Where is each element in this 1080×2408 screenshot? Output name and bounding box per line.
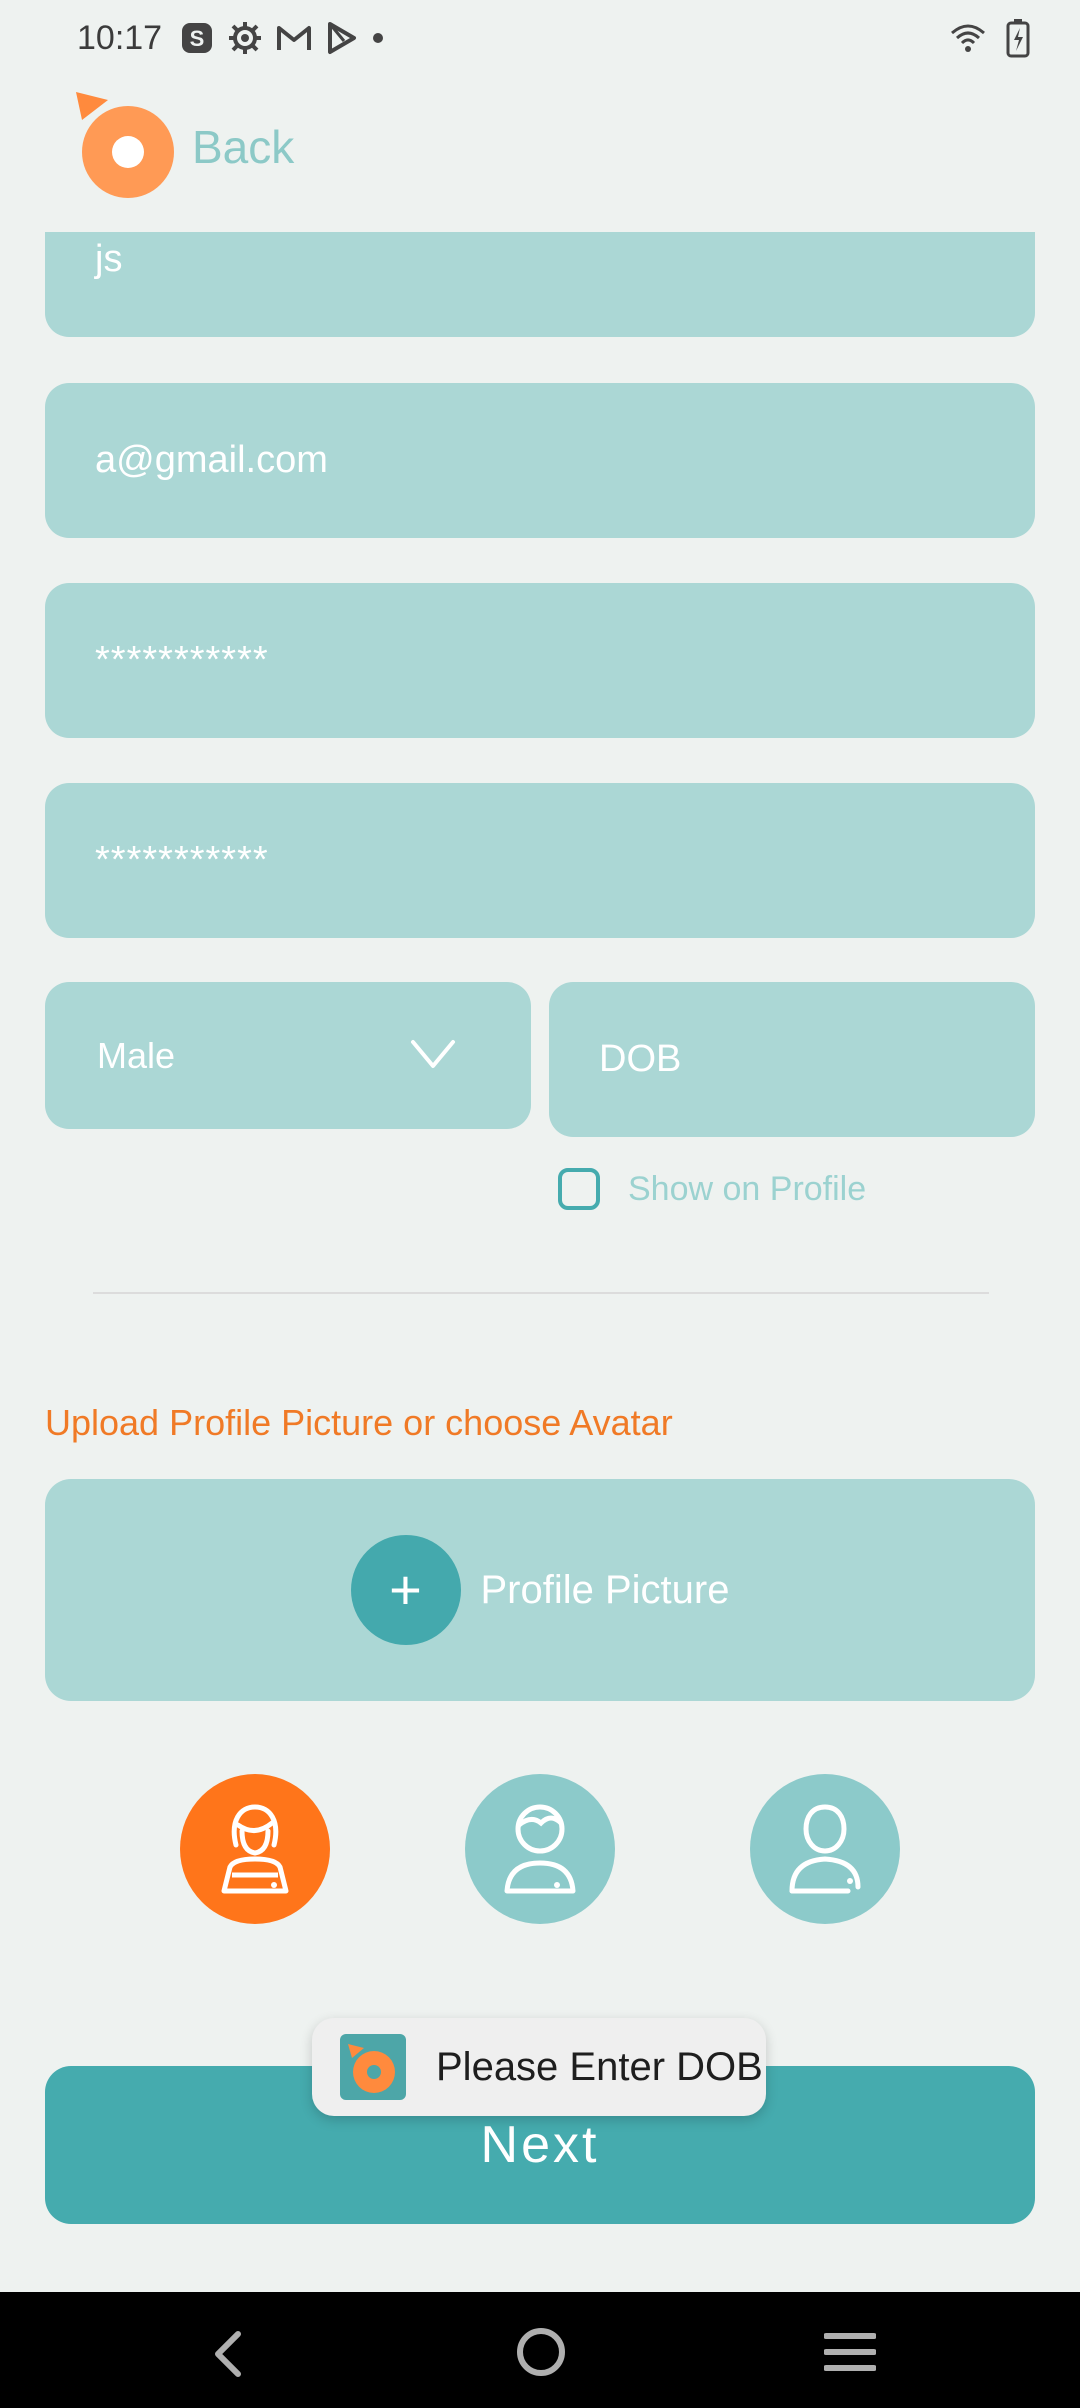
app-logo-icon: [72, 90, 180, 204]
show-on-profile-checkbox[interactable]: [558, 1168, 600, 1210]
dob-field[interactable]: DOB: [549, 982, 1035, 1137]
nav-back-icon[interactable]: [208, 2330, 248, 2378]
battery-charging-icon: [1006, 19, 1030, 58]
show-on-profile-toggle[interactable]: Show on Profile: [558, 1168, 866, 1210]
toast: Please Enter DOB: [312, 2018, 766, 2116]
app-logo-icon: [340, 2034, 406, 2100]
play-store-icon: [328, 22, 356, 54]
dot-icon: [373, 33, 383, 43]
female-avatar-icon: [221, 1804, 289, 1894]
name-field[interactable]: js: [45, 232, 1035, 337]
profile-picture-upload[interactable]: + Profile Picture: [45, 1479, 1035, 1701]
svg-text:S: S: [190, 26, 205, 51]
male-avatar-icon: [504, 1804, 576, 1894]
avatar-option-male[interactable]: [465, 1774, 615, 1924]
system-nav-bar: [0, 2292, 1080, 2408]
nav-menu-icon[interactable]: [824, 2332, 876, 2372]
show-on-profile-label: Show on Profile: [628, 1169, 867, 1208]
status-time: 10:17: [77, 19, 163, 57]
divider: [93, 1292, 989, 1294]
s-app-icon: S: [182, 23, 212, 53]
upload-section-title: Upload Profile Picture or choose Avatar: [45, 1402, 673, 1443]
plus-icon: +: [350, 1535, 461, 1645]
confirm-password-field[interactable]: ***********: [45, 783, 1035, 938]
wifi-icon: [951, 24, 985, 52]
avatar-option-female[interactable]: [180, 1774, 330, 1924]
email-field[interactable]: a@gmail.com: [45, 383, 1035, 538]
back-button[interactable]: Back: [72, 90, 294, 204]
avatar-option-neutral[interactable]: [750, 1774, 900, 1924]
gender-select-value: Male: [97, 1034, 176, 1076]
gender-select[interactable]: Male: [45, 982, 531, 1129]
back-label: Back: [192, 121, 295, 173]
password-field[interactable]: ***********: [45, 583, 1035, 738]
profile-picture-label: Profile Picture: [480, 1567, 730, 1612]
settings-icon: [229, 22, 261, 54]
chevron-down-icon: [411, 1040, 455, 1068]
neutral-avatar-icon: [789, 1804, 861, 1894]
gmail-icon: [277, 26, 311, 50]
nav-home-icon[interactable]: [515, 2326, 567, 2378]
status-left-icons: S: [180, 20, 384, 56]
toast-message: Please Enter DOB: [436, 2044, 763, 2089]
status-right-icons: [950, 18, 1030, 58]
